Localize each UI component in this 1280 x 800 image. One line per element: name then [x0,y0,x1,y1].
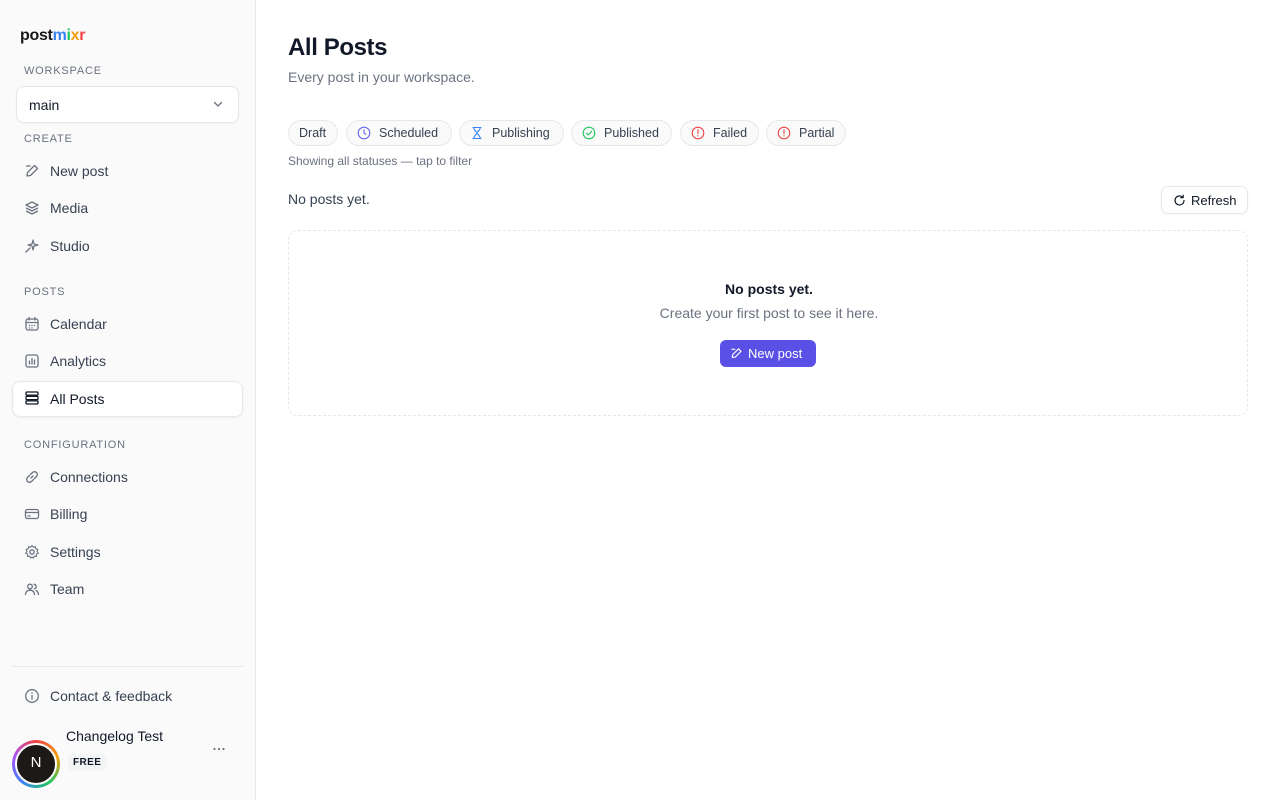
sidebar-item-label: Analytics [50,353,107,369]
sidebar-item-label: Settings [50,544,101,560]
sidebar-item-label: Studio [50,238,90,254]
sidebar-item-label: Team [50,581,85,597]
alert-circle-icon [777,126,791,140]
chart-icon [25,354,39,368]
page-title: All Posts [288,34,388,61]
refresh-button[interactable]: Refresh [1161,186,1248,214]
avatar-initial: N [30,754,42,771]
filter-chip-published[interactable]: Published [571,120,672,146]
alert-circle-icon [691,126,705,140]
create-section-label: CREATE [24,133,73,145]
new-post-button-label: New post [748,346,803,361]
sidebar: postmixr WORKSPACE main CREATE New post … [0,0,256,800]
sidebar-item-label: All Posts [50,391,105,407]
filter-chip-label: Draft [299,126,327,140]
check-circle-icon [582,126,596,140]
chevron-down-icon [213,101,223,107]
sidebar-item-studio[interactable]: Studio [12,228,243,264]
sidebar-item-contact-feedback[interactable]: Contact & feedback [12,678,243,714]
sidebar-item-new-post[interactable]: New post [12,153,243,189]
more-horizontal-icon[interactable] [210,740,228,758]
plan-badge: FREE [68,754,107,771]
sidebar-item-label: Calendar [50,316,107,332]
sidebar-item-connections[interactable]: Connections [12,459,243,495]
sidebar-item-calendar[interactable]: Calendar [12,306,243,342]
list-icon [25,391,39,405]
filter-chip-draft[interactable]: Draft [288,120,338,146]
avatar-inner: N [15,743,57,785]
filter-chip-label: Publishing [492,126,550,140]
filter-chip-label: Published [604,126,659,140]
credit-card-icon [24,508,40,520]
new-post-icon [731,348,742,359]
sidebar-item-analytics[interactable]: Analytics [12,343,243,379]
sidebar-item-all-posts[interactable]: All Posts [12,381,243,417]
avatar[interactable]: N [12,740,60,788]
user-menu[interactable]: N Changelog Test FREE [12,722,243,792]
sidebar-item-billing[interactable]: Billing [12,496,243,532]
filter-chip-scheduled[interactable]: Scheduled [346,120,452,146]
sidebar-item-label: New post [50,163,109,179]
sidebar-item-media[interactable]: Media [12,190,243,226]
info-icon [25,689,39,703]
user-name: Changelog Test [66,728,164,744]
filter-chip-publishing[interactable]: Publishing [459,120,564,146]
posts-section-label: POSTS [24,286,66,298]
hourglass-icon [472,126,482,140]
layers-icon [25,201,39,215]
users-icon [24,583,40,596]
filter-hint: Showing all statuses — tap to filter [288,154,473,168]
sidebar-item-label: Contact & feedback [50,688,173,704]
workspace-section-label: WORKSPACE [24,65,102,77]
filter-chip-label: Partial [799,126,835,140]
sidebar-item-label: Connections [50,469,128,485]
link-icon [26,471,38,483]
sidebar-item-label: Billing [50,506,88,522]
clock-icon [357,126,371,140]
empty-state: No posts yet. Create your first post to … [288,230,1248,416]
refresh-button-label: Refresh [1191,193,1237,208]
post-count-text: No posts yet. [288,191,370,207]
calendar-icon [25,316,39,331]
new-post-button[interactable]: New post [720,340,816,367]
app-logo[interactable]: postmixr [20,27,86,45]
filter-chip-label: Scheduled [379,126,439,140]
filter-chip-partial[interactable]: Partial [766,120,846,146]
gear-icon [25,544,39,559]
empty-state-title: No posts yet. [725,281,813,297]
new-post-icon [25,164,39,177]
filter-chip-label: Failed [713,126,748,140]
empty-state-description: Create your first post to see it here. [659,305,879,321]
sparkle-icon [25,239,39,253]
workspace-select-value: main [29,97,60,113]
configuration-section-label: CONFIGURATION [24,439,126,451]
sidebar-item-settings[interactable]: Settings [12,534,243,570]
sidebar-item-team[interactable]: Team [12,571,243,607]
sidebar-item-label: Media [50,200,89,216]
filter-chip-failed[interactable]: Failed [680,120,759,146]
refresh-icon [1174,194,1185,206]
workspace-select[interactable]: main [16,86,239,123]
sidebar-divider [12,666,243,667]
page-subtitle: Every post in your workspace. [288,69,475,85]
